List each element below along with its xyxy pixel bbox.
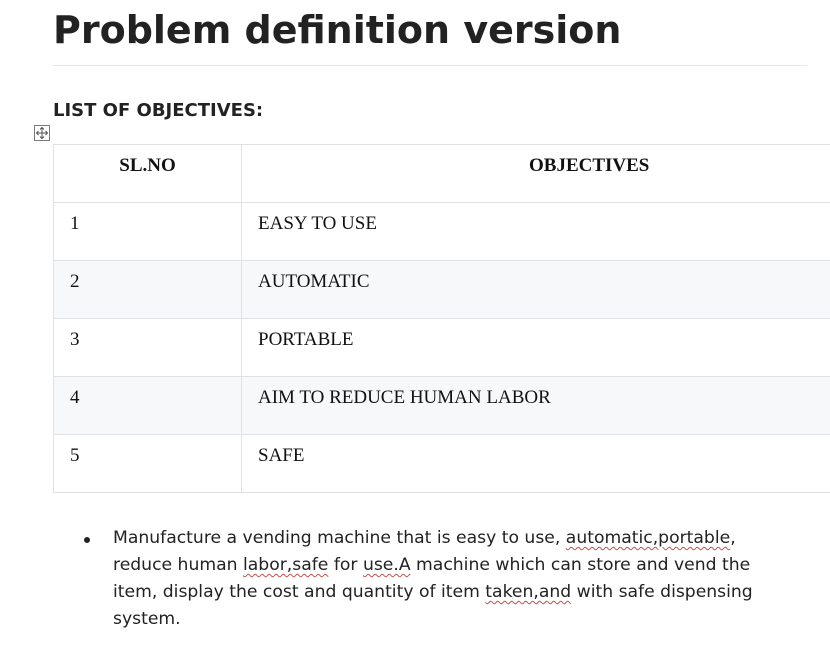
cell-objective: SAFE <box>241 434 830 493</box>
cell-objective: PORTABLE <box>241 318 830 377</box>
move-icon[interactable] <box>34 125 50 141</box>
table-header-row: SL.NO OBJECTIVES <box>53 144 830 203</box>
misspelled-word[interactable]: labor,safe <box>243 555 328 575</box>
header-sl-no: SL.NO <box>53 144 242 203</box>
bullet-list: Manufacture a vending machine that is ea… <box>80 525 770 633</box>
move-icon-glyph <box>35 126 49 140</box>
header-objectives-label: OBJECTIVES <box>529 155 650 176</box>
cell-objective: AUTOMATIC <box>241 260 830 319</box>
cell-sl-no: 1 <box>53 202 242 261</box>
misspelled-word[interactable]: use.A <box>363 555 411 575</box>
misspelled-word[interactable]: automatic,portable <box>566 528 730 548</box>
table-row: 2 AUTOMATIC <box>53 260 830 319</box>
table-row: 1 EASY TO USE <box>53 202 830 261</box>
misspelled-word[interactable]: taken,and <box>485 582 571 602</box>
cell-sl-no: 3 <box>53 318 242 377</box>
cell-sl-no: 5 <box>53 434 242 493</box>
text-segment: for <box>328 555 363 575</box>
table-row: 3 PORTABLE <box>53 318 830 377</box>
cell-objective: AIM TO REDUCE HUMAN LABOR <box>241 376 830 435</box>
page-title: Problem definition version <box>53 8 622 52</box>
header-objectives: OBJECTIVES <box>241 144 830 203</box>
cell-objective: EASY TO USE <box>241 202 830 261</box>
cell-sl-no: 2 <box>53 260 242 319</box>
table-row: 4 AIM TO REDUCE HUMAN LABOR <box>53 376 830 435</box>
cell-sl-no: 4 <box>53 376 242 435</box>
table-row: 5 SAFE <box>53 434 830 493</box>
title-divider <box>53 65 807 66</box>
bullet-dot-icon <box>84 537 90 543</box>
objectives-table: SL.NO OBJECTIVES 1 EASY TO USE 2 AUTOMAT… <box>53 144 830 493</box>
text-segment: Manufacture a vending machine that is ea… <box>113 528 566 548</box>
section-heading: LIST OF OBJECTIVES: <box>53 100 264 121</box>
list-item: Manufacture a vending machine that is ea… <box>80 525 770 633</box>
